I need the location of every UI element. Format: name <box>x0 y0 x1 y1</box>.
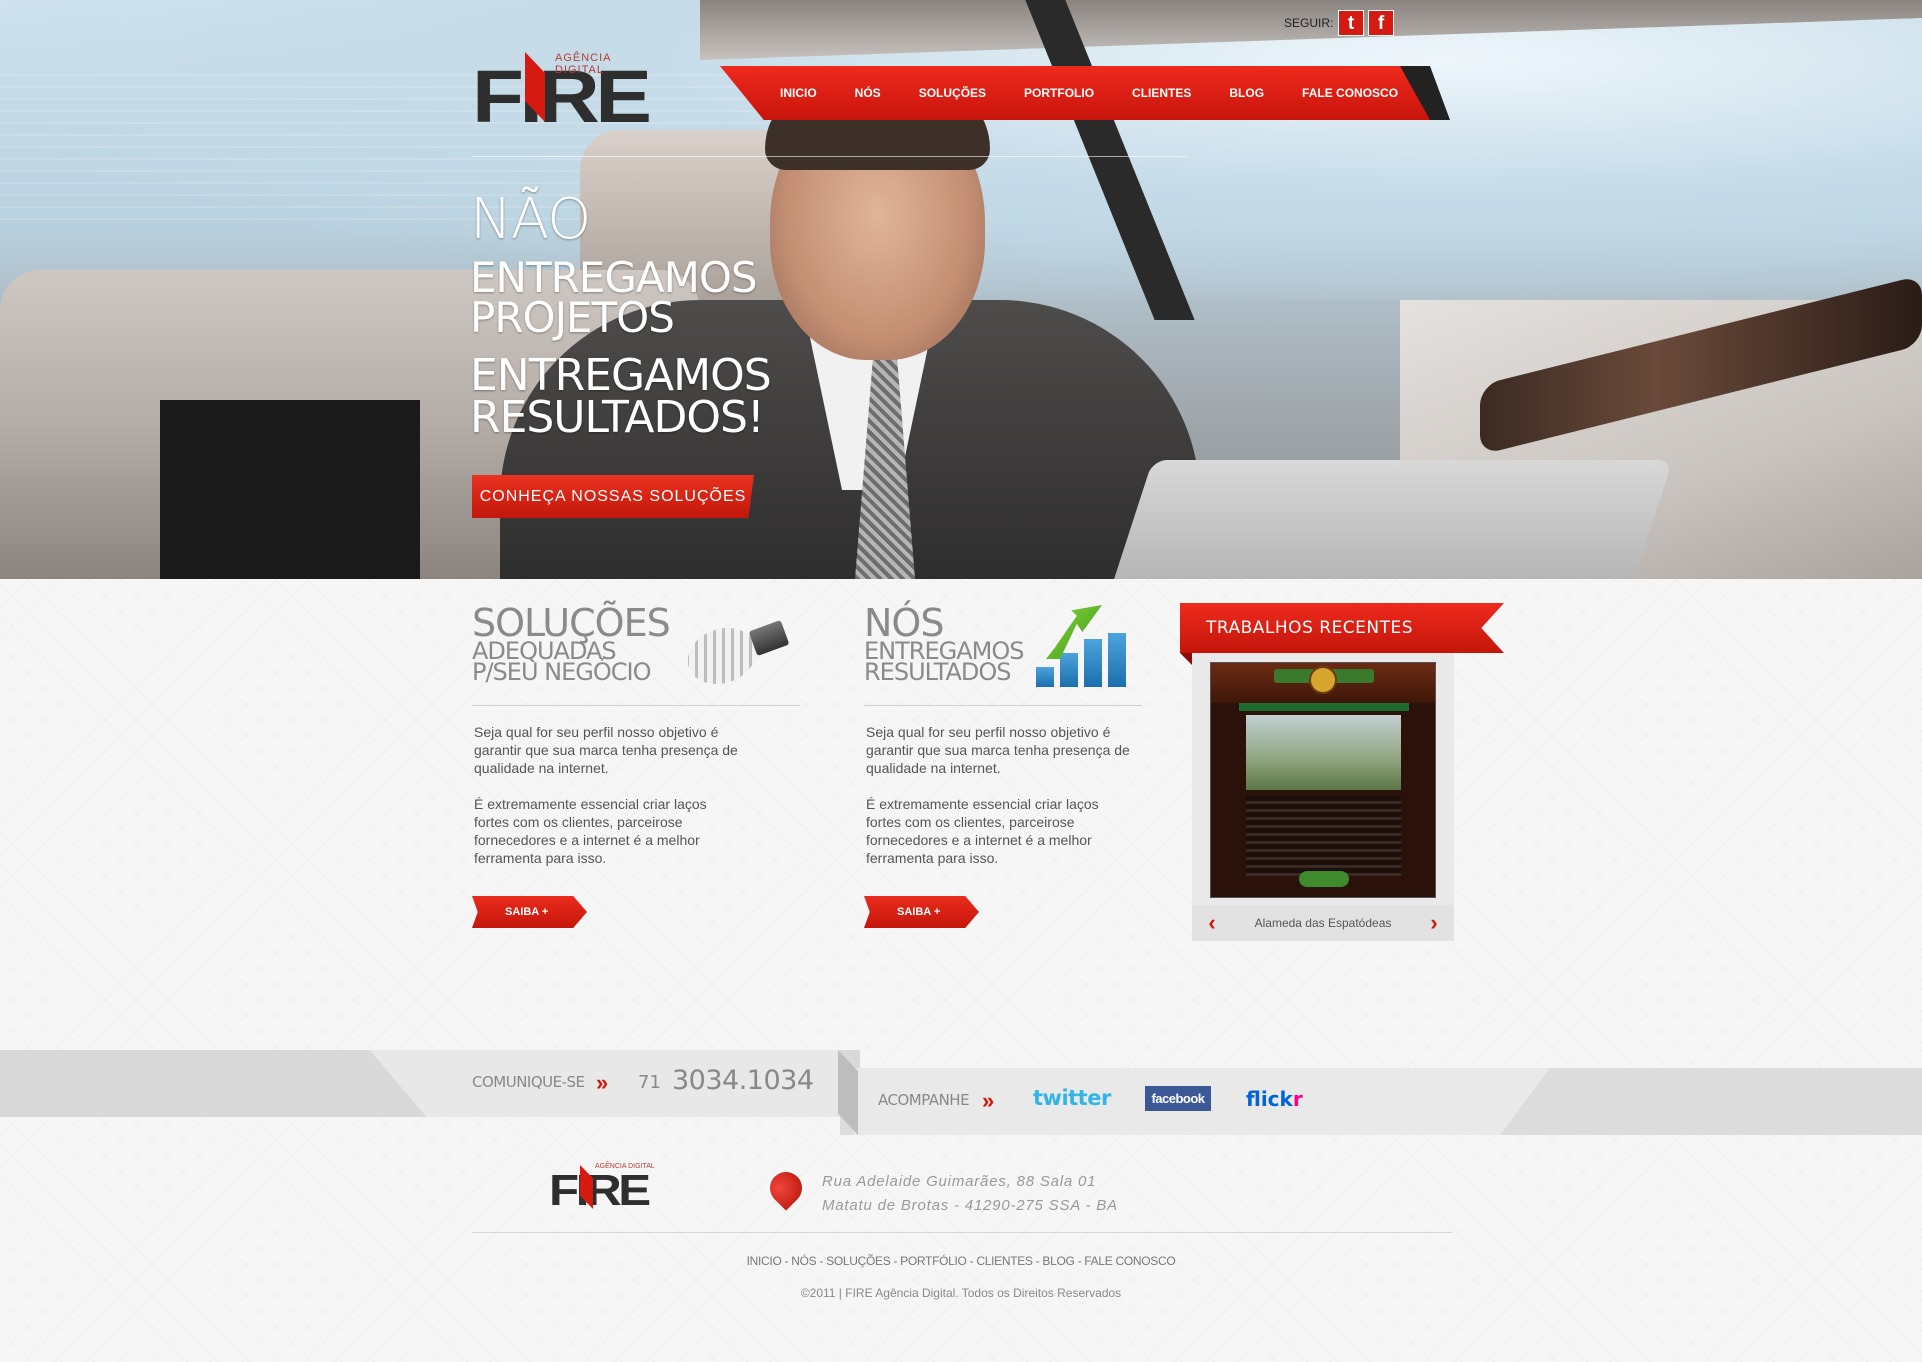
about-paragraph-2: É extremamente essencial criar laços for… <box>866 796 1099 866</box>
double-chevron-icon: » <box>982 1088 995 1113</box>
hero-headline-2: ENTREGAMOS PROJETOS <box>470 257 758 339</box>
solutions-paragraph-1: Seja qual for seu perfil nosso objetivo … <box>474 724 738 776</box>
about-title-sub2: RESULTADOS <box>864 658 1012 686</box>
phone-area-code: 71 <box>638 1072 661 1093</box>
hero-laptop <box>1107 460 1673 579</box>
twitter-icon[interactable]: t <box>1338 10 1364 36</box>
about-paragraph-1: Seja qual for seu perfil nosso objetivo … <box>866 724 1130 776</box>
hero-seat-shadow <box>160 400 420 579</box>
flickr-logo-part1: flick <box>1246 1087 1293 1111</box>
recent-works-caption-bar: Alameda das Espatódeas ‹ › <box>1192 905 1454 941</box>
about-section: NÓS ENTREGAMOS RESULTADOS Seja qual for … <box>864 601 1194 928</box>
nav-item-fale-conosco[interactable]: FALE CONOSCO <box>1302 86 1398 100</box>
about-title: NÓS ENTREGAMOS RESULTADOS <box>864 601 1194 686</box>
site-logo[interactable]: FIRE AGÊNCIA DIGITAL <box>472 52 662 134</box>
footer-divider <box>472 1232 1452 1233</box>
nav-item-portfolio[interactable]: PORTFOLIO <box>1024 86 1094 100</box>
recent-works-ribbon-fold <box>1180 653 1192 665</box>
nav-item-solucoes[interactable]: SOLUÇÕES <box>919 86 986 100</box>
twitter-logo-link[interactable]: twitter <box>1033 1086 1111 1110</box>
flickr-logo-part2: r <box>1292 1087 1303 1111</box>
recent-works-title: TRABALHOS RECENTES <box>1206 618 1414 638</box>
flickr-logo-link[interactable]: flickr <box>1246 1087 1303 1111</box>
hero-banner: SEGUIR: t f FIRE AGÊNCIA DIGITAL INICIO … <box>0 0 1922 579</box>
about-more-button[interactable]: SAIBA + <box>864 896 979 928</box>
double-chevron-icon: » <box>596 1070 609 1095</box>
nav-item-nos[interactable]: NÓS <box>855 86 881 100</box>
logo-tagline: AGÊNCIA DIGITAL <box>555 52 611 76</box>
hero-divider <box>472 156 1187 157</box>
follow-us-label: ACOMPANHE <box>878 1091 970 1109</box>
follow-label: SEGUIR: <box>1284 16 1334 30</box>
solutions-paragraph-2: É extremamente essencial criar laços for… <box>474 796 707 866</box>
footer-logo[interactable]: FIRE AGÊNCIA DIGITAL <box>549 1163 659 1218</box>
nav-item-blog[interactable]: BLOG <box>1229 86 1264 100</box>
recent-works-widget: TRABALHOS RECENTES Alameda das Espatódea… <box>1180 603 1504 941</box>
address-line-1: Rua Adelaide Guimarães, 88 Sala 01 <box>822 1173 1097 1190</box>
hero-headline-3b: RESULTADOS! <box>470 391 765 443</box>
about-divider <box>864 705 1142 706</box>
solutions-more-button[interactable]: SAIBA + <box>472 896 587 928</box>
hero-headline-1: NÃO <box>470 187 591 252</box>
footer-logo-wordmark: FIRE <box>549 1166 651 1215</box>
solutions-divider <box>472 705 800 706</box>
nav-item-inicio[interactable]: INICIO <box>780 86 817 100</box>
solutions-section: SOLUÇÕES ADEQUADAS P/SEU NEGÓCIO Seja qu… <box>472 604 802 928</box>
contact-band: COMUNIQUE-SE » 71 3034.1034 ACOMPANHE » … <box>0 1050 1922 1135</box>
lightbulb-icon <box>679 615 792 694</box>
map-pin-icon <box>763 1165 809 1211</box>
facebook-icon[interactable]: f <box>1368 10 1394 36</box>
footer-links[interactable]: INICIO - NÓS - SOLUÇÕES - PORTFÓLIO - CL… <box>0 1254 1922 1268</box>
solutions-text: Seja qual for seu perfil nosso objetivo … <box>474 723 744 867</box>
main-nav: INICIO NÓS SOLUÇÕES PORTFOLIO CLIENTES B… <box>720 66 1450 120</box>
contact-label: COMUNIQUE-SE <box>472 1073 585 1091</box>
copyright: ©2011 | FIRE Agência Digital. Todos os D… <box>800 1286 1122 1300</box>
nav-item-clientes[interactable]: CLIENTES <box>1132 86 1191 100</box>
solutions-cta-button[interactable]: CONHEÇA NOSSAS SOLUÇÕES <box>472 475 754 518</box>
chevron-left-icon[interactable]: ‹ <box>1202 912 1222 934</box>
recent-work-thumbnail[interactable] <box>1210 662 1436 898</box>
facebook-logo-link[interactable]: facebook <box>1145 1086 1211 1111</box>
hero-headline-3: ENTREGAMOS RESULTADOS! <box>470 354 772 440</box>
chevron-right-icon[interactable]: › <box>1424 912 1444 934</box>
address-line-2: Matatu de Brotas - 41290-275 SSA - BA <box>822 1197 1118 1214</box>
footer-logo-tagline: AGÊNCIA DIGITAL <box>595 1163 655 1170</box>
phone-number: 3034.1034 <box>672 1065 814 1096</box>
hero-headline-2b: PROJETOS <box>470 292 675 342</box>
about-title-main: NÓS <box>864 601 944 645</box>
footer-address: Rua Adelaide Guimarães, 88 Sala 01 Matat… <box>822 1170 1118 1218</box>
about-text: Seja qual for seu perfil nosso objetivo … <box>866 723 1136 867</box>
growth-chart-icon <box>1034 605 1126 695</box>
recent-work-caption: Alameda das Espatódeas <box>1254 916 1392 930</box>
